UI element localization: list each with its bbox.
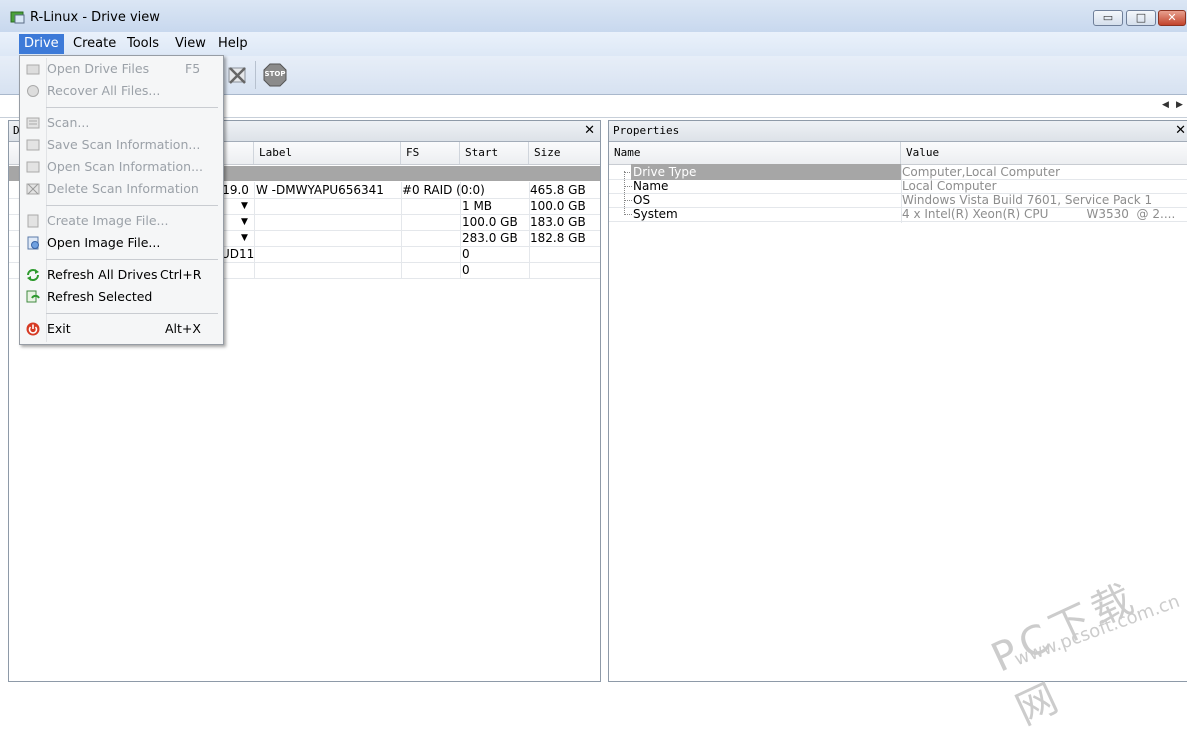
maximize-icon: □ (1135, 11, 1147, 24)
menu-refresh-selected[interactable]: Refresh Selected (20, 286, 223, 308)
menu-separator (46, 107, 218, 108)
property-name: System (633, 207, 678, 221)
menu-open-image-file[interactable]: Open Image File... (20, 232, 223, 254)
menu-delete-scan-information[interactable]: Delete Scan Information (20, 178, 223, 200)
start-cell: 1 MB (462, 199, 493, 213)
maximize-button[interactable]: □ (1126, 10, 1156, 26)
device-cell: UD11 (221, 247, 255, 261)
minimize-icon: ▭ (1102, 11, 1114, 24)
property-row[interactable]: Drive Type Computer,Local Computer (609, 164, 1187, 180)
refresh-selected-icon (26, 290, 40, 304)
menu-separator (46, 205, 218, 206)
start-cell: 0 (462, 263, 470, 277)
menu-scan[interactable]: Scan... (20, 112, 223, 134)
recover-icon (26, 84, 40, 98)
stop-button[interactable]: STOP (263, 63, 287, 87)
column-fs[interactable]: FS (401, 142, 460, 164)
dropdown-arrow-icon[interactable]: ▼ (241, 214, 248, 230)
properties-pane-title: Properties (613, 124, 680, 137)
properties-column-header: Name Value (609, 142, 1187, 165)
dropdown-arrow-icon[interactable]: ▼ (241, 198, 248, 214)
delete-scan-icon (26, 182, 40, 196)
drives-pane-close-icon[interactable]: ✕ (584, 121, 595, 141)
close-icon: ✕ (1167, 11, 1177, 24)
size-cell: 182.8 GB (530, 231, 586, 245)
properties-pane-close-icon[interactable]: ✕ (1175, 121, 1186, 141)
menu-drive[interactable]: Drive (19, 34, 64, 54)
create-image-icon (26, 214, 40, 228)
menu-create-image-file[interactable]: Create Image File... (20, 210, 223, 232)
menu-open-drive-files[interactable]: Open Drive Files F5 (20, 58, 223, 80)
close-button[interactable]: ✕ (1158, 10, 1186, 26)
open-image-icon (26, 236, 40, 250)
size-cell: 465.8 GB (530, 183, 586, 197)
property-value: 4 x Intel(R) Xeon(R) CPU W3530 @ 2.... (902, 207, 1176, 221)
drive-dropdown-menu: Open Drive Files F5 Recover All Files...… (19, 55, 224, 345)
scroll-right-icon[interactable]: ▶ (1176, 100, 1183, 110)
properties-table-body: Drive Type Computer,Local Computer Name … (609, 164, 1187, 223)
toolbar-separator (255, 61, 256, 89)
menu-help[interactable]: Help (213, 34, 253, 54)
scroll-left-icon[interactable]: ◀ (1162, 100, 1169, 110)
menu-separator (46, 259, 218, 260)
cancel-tool-icon[interactable] (226, 64, 248, 86)
menu-recover-all-files[interactable]: Recover All Files... (20, 80, 223, 102)
property-name: Drive Type (631, 164, 901, 180)
properties-pane-header: Properties ✕ (609, 121, 1187, 142)
start-cell: 0 (462, 247, 470, 261)
column-label[interactable]: Label (254, 142, 401, 164)
menu-exit[interactable]: Exit Alt+X (20, 318, 223, 340)
column-start[interactable]: Start (460, 142, 529, 164)
menu-save-scan-information[interactable]: Save Scan Information... (20, 134, 223, 156)
menu-tools[interactable]: Tools (122, 34, 164, 54)
refresh-icon (26, 268, 40, 282)
menu-open-scan-information[interactable]: Open Scan Information... (20, 156, 223, 178)
scan-icon (26, 116, 40, 130)
size-cell: 183.0 GB (530, 215, 586, 229)
dropdown-arrow-icon[interactable]: ▼ (241, 230, 248, 246)
menu-create[interactable]: Create (68, 34, 121, 54)
size-cell: 100.0 GB (530, 199, 586, 213)
property-row[interactable]: Name Local Computer (609, 179, 1187, 193)
start-cell: 283.0 GB (462, 231, 518, 245)
exit-icon (26, 322, 40, 336)
column-value[interactable]: Value (901, 142, 1187, 164)
title-bar (0, 0, 1187, 33)
property-row[interactable]: System 4 x Intel(R) Xeon(R) CPU W3530 @ … (609, 207, 1187, 221)
minimize-button[interactable]: ▭ (1093, 10, 1123, 26)
save-scan-icon (26, 138, 40, 152)
property-row[interactable]: OS Windows Vista Build 7601, Service Pac… (609, 193, 1187, 207)
menu-view[interactable]: View (170, 34, 211, 54)
fs-cell: #0 RAID (0:0) (402, 183, 485, 197)
menu-separator (46, 313, 218, 314)
column-size[interactable]: Size (529, 142, 600, 164)
open-drive-icon (26, 62, 40, 76)
app-icon (10, 9, 26, 25)
column-name[interactable]: Name (609, 142, 901, 164)
window-title: R-Linux - Drive view (30, 10, 160, 25)
label-cell: W -DMWYAPU656341 (256, 183, 384, 197)
open-scan-icon (26, 160, 40, 174)
menu-refresh-all-drives[interactable]: Refresh All Drives Ctrl+R (20, 264, 223, 286)
stop-label: STOP (264, 70, 286, 78)
start-cell: 100.0 GB (462, 215, 518, 229)
